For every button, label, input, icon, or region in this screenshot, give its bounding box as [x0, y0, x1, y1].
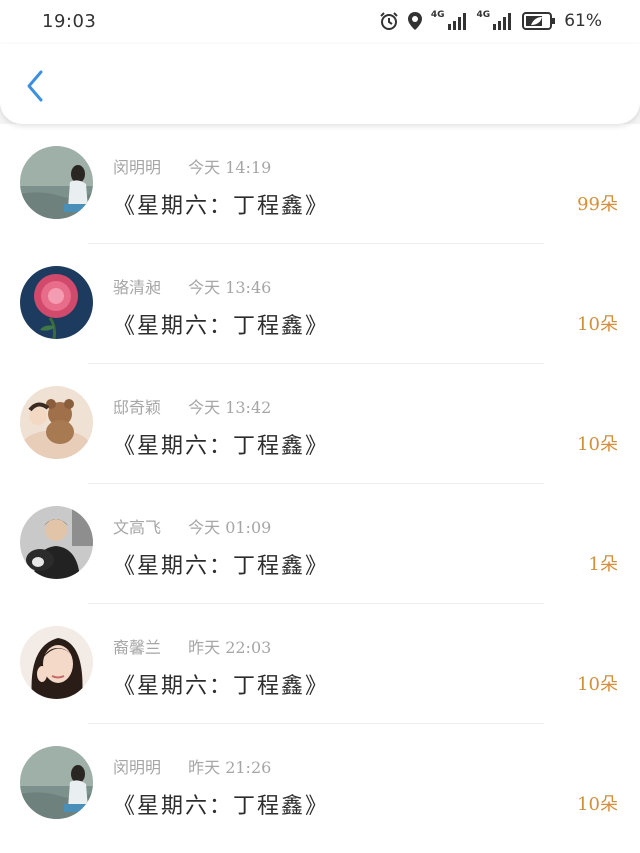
gift-message: 《星期六：丁程鑫》	[113, 314, 330, 339]
flower-count: 10朵	[577, 674, 618, 695]
gift-meta: 裔馨兰 昨天 22:03	[113, 634, 271, 658]
status-bar: 19:03 4G 4G 61%	[0, 0, 640, 44]
network-type-1: 4G	[430, 10, 445, 20]
sender-name: 闵明明	[113, 758, 162, 777]
gift-meta: 闵明明 昨天 21:26	[113, 754, 271, 778]
battery-level: 61%	[564, 11, 602, 31]
flower-count: 1朵	[588, 554, 618, 575]
list-item[interactable]: 邸奇颖 今天 13:42 《星期六：丁程鑫》 10朵	[0, 364, 640, 484]
gift-message: 《星期六：丁程鑫》	[113, 794, 330, 819]
list-item[interactable]: 闵明明 今天 14:19 《星期六：丁程鑫》 99朵	[0, 124, 640, 244]
location-icon	[407, 11, 423, 31]
flower-count: 99朵	[577, 194, 618, 215]
gift-meta: 文高飞 今天 01:09	[113, 514, 271, 538]
battery-icon	[522, 12, 556, 30]
gift-meta: 骆清昶 今天 13:46	[113, 274, 271, 298]
signal-icon-1	[447, 12, 469, 30]
gift-message: 《星期六：丁程鑫》	[113, 554, 330, 579]
avatar[interactable]	[20, 506, 93, 579]
sender-name: 闵明明	[113, 158, 162, 177]
list-item[interactable]: 文高飞 今天 01:09 《星期六：丁程鑫》 1朵	[0, 484, 640, 604]
status-icons: 4G 4G 61%	[379, 9, 602, 33]
chevron-left-icon	[25, 69, 45, 107]
gift-meta: 邸奇颖 今天 13:42	[113, 394, 271, 418]
gift-message: 《星期六：丁程鑫》	[113, 674, 330, 699]
avatar[interactable]	[20, 746, 93, 819]
avatar[interactable]	[20, 266, 93, 339]
sender-name: 裔馨兰	[113, 638, 162, 657]
gift-list: 闵明明 今天 14:19 《星期六：丁程鑫》 99朵 骆清昶 今天 13:46 …	[0, 124, 640, 853]
list-item[interactable]: 裔馨兰 昨天 22:03 《星期六：丁程鑫》 10朵	[0, 604, 640, 724]
list-item[interactable]: 骆清昶 今天 13:46 《星期六：丁程鑫》 10朵	[0, 244, 640, 364]
avatar[interactable]	[20, 386, 93, 459]
send-time: 昨天 22:03	[188, 638, 272, 657]
top-nav-bar	[0, 44, 640, 124]
send-time: 今天 14:19	[188, 158, 272, 177]
gift-message: 《星期六：丁程鑫》	[113, 194, 330, 219]
avatar[interactable]	[20, 626, 93, 699]
gift-message: 《星期六：丁程鑫》	[113, 434, 330, 459]
sender-name: 邸奇颖	[113, 398, 162, 417]
back-button[interactable]	[18, 68, 52, 108]
signal-icon-2	[492, 12, 514, 30]
network-type-2: 4G	[476, 10, 491, 20]
sender-name: 文高飞	[113, 518, 162, 537]
avatar[interactable]	[20, 146, 93, 219]
list-item[interactable]: 闵明明 昨天 21:26 《星期六：丁程鑫》 10朵	[0, 724, 640, 844]
send-time: 今天 13:46	[188, 278, 272, 297]
status-time: 19:03	[42, 11, 97, 32]
alarm-icon	[379, 11, 399, 31]
flower-count: 10朵	[577, 794, 618, 815]
flower-count: 10朵	[577, 434, 618, 455]
sender-name: 骆清昶	[113, 278, 162, 297]
send-time: 今天 01:09	[188, 518, 272, 537]
gift-meta: 闵明明 今天 14:19	[113, 154, 271, 178]
flower-count: 10朵	[577, 314, 618, 335]
send-time: 今天 13:42	[188, 398, 272, 417]
send-time: 昨天 21:26	[188, 758, 272, 777]
